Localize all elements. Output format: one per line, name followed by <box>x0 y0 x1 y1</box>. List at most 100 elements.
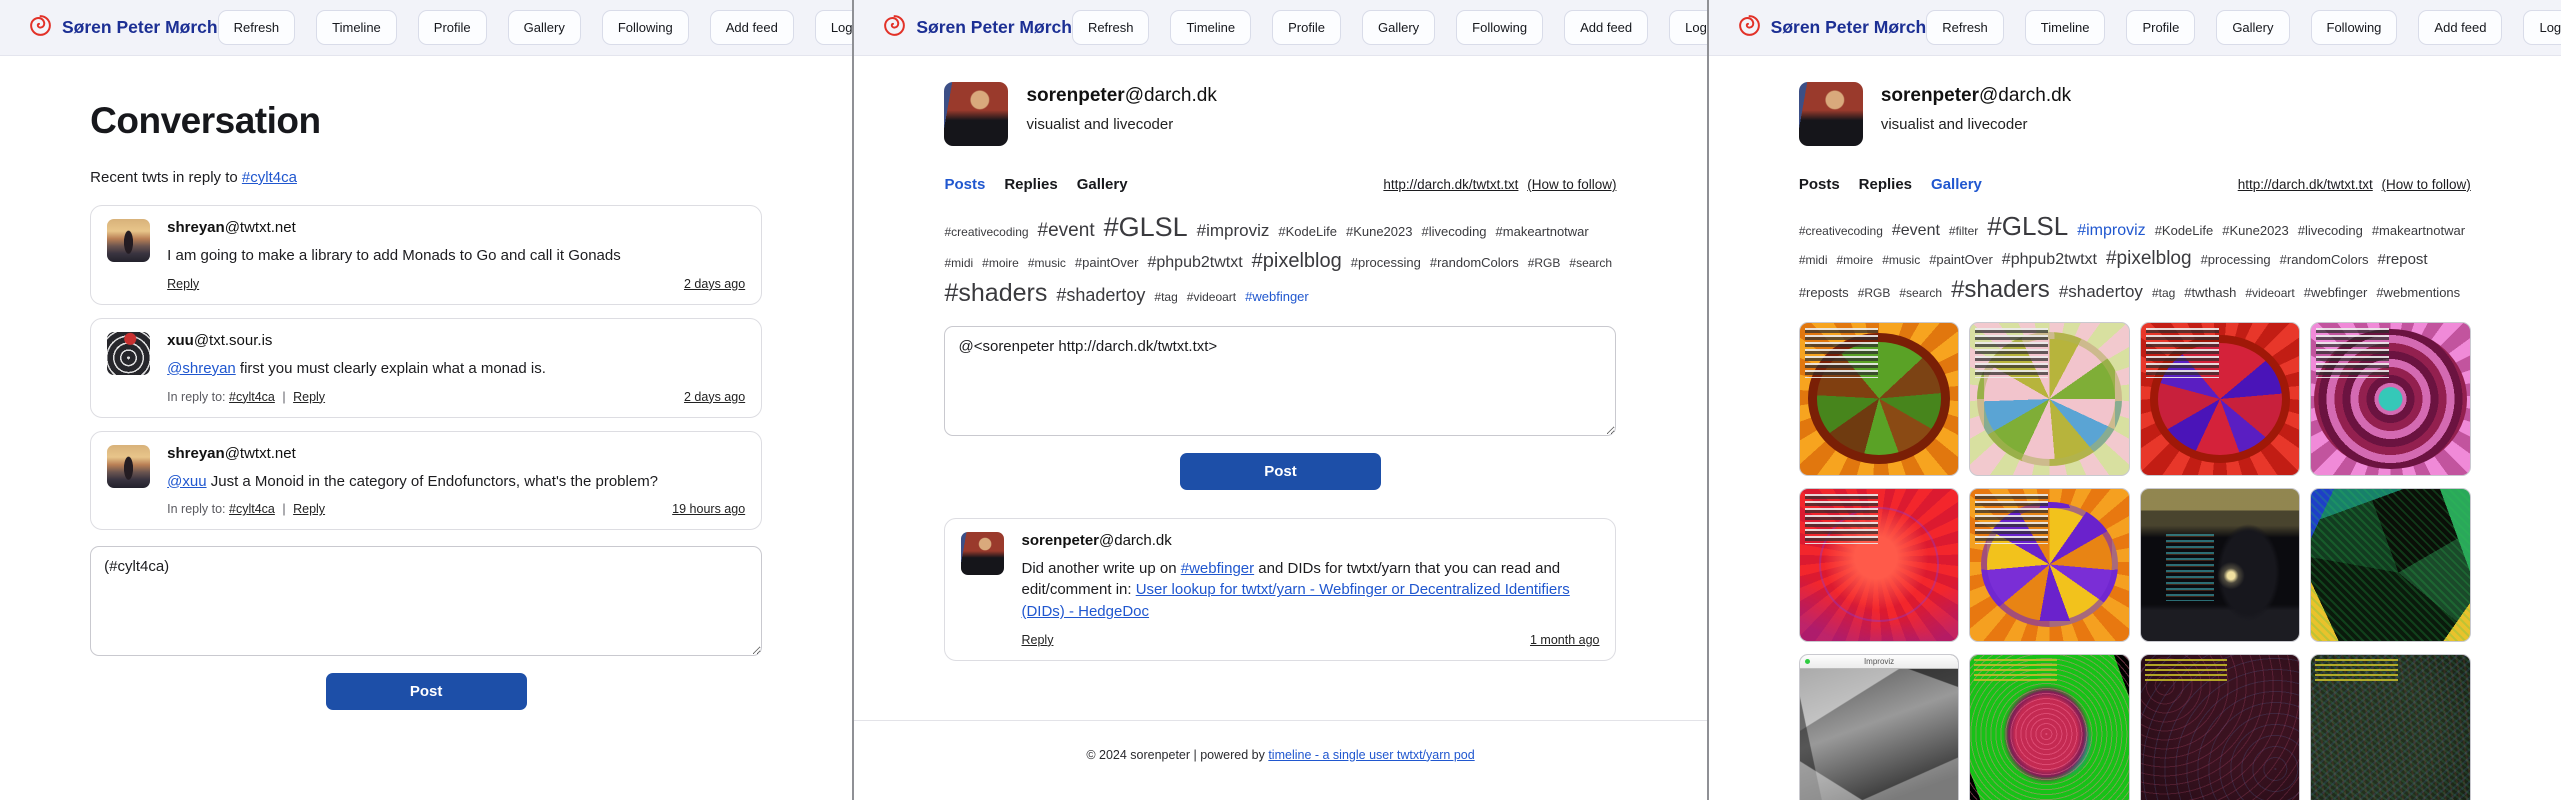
hashtag-link[interactable]: #music <box>1882 253 1920 269</box>
reply-link[interactable]: Reply <box>293 502 325 516</box>
gallery-image[interactable] <box>1969 488 2130 642</box>
nav-button[interactable]: Log Out <box>2523 10 2561 45</box>
timestamp-link[interactable]: 1 month ago <box>1530 633 1600 647</box>
twtxt-feed-link[interactable]: http://darch.dk/twtxt.txt <box>2238 177 2373 192</box>
twt-author[interactable]: shreyan@twtxt.net <box>167 445 745 462</box>
hashtag-link[interactable]: #GLSL <box>1987 210 2068 244</box>
nav-button[interactable]: Timeline <box>316 10 397 45</box>
hashtag-link[interactable]: #webmentions <box>2376 285 2460 302</box>
hashtag-link[interactable]: #midi <box>944 256 973 272</box>
hashtag-link[interactable]: #randomColors <box>1430 255 1519 272</box>
hashtag-link[interactable]: #RGB <box>1858 286 1891 302</box>
hashtag-link[interactable]: #shaders <box>1951 274 2050 305</box>
nav-button[interactable]: Gallery <box>1362 10 1435 45</box>
profile-tab[interactable]: Replies <box>1004 176 1057 193</box>
how-to-follow-link[interactable]: (How to follow) <box>1527 177 1616 192</box>
hashtag-link[interactable]: #moire <box>982 256 1019 272</box>
hashtag-link[interactable]: #event <box>1892 221 1940 242</box>
gallery-image[interactable] <box>1969 322 2130 476</box>
timestamp-link[interactable]: 2 days ago <box>684 390 745 404</box>
hashtag-link[interactable]: #paintOver <box>1929 252 1993 269</box>
nav-button[interactable]: Profile <box>418 10 487 45</box>
brand[interactable]: Søren Peter Mørch <box>28 13 218 43</box>
conversation-link[interactable]: #cylt4ca <box>229 502 275 516</box>
nav-button[interactable]: Refresh <box>1072 10 1150 45</box>
twt-composer[interactable]: (#cylt4ca) <box>90 546 762 656</box>
hashtag-link[interactable]: #pixelblog <box>2106 247 2192 272</box>
nav-button[interactable]: Profile <box>1272 10 1341 45</box>
profile-tab[interactable]: Gallery <box>1931 176 1982 193</box>
conversation-hash-link[interactable]: #cylt4ca <box>242 169 297 186</box>
twt-author[interactable]: xuu@txt.sour.is <box>167 332 745 349</box>
nav-button[interactable]: Timeline <box>2025 10 2106 45</box>
gallery-image[interactable] <box>2310 654 2471 800</box>
hashtag-link[interactable]: #music <box>1028 256 1066 272</box>
post-button[interactable]: Post <box>1180 453 1381 490</box>
reply-link[interactable]: Reply <box>1021 633 1053 647</box>
twt-author[interactable]: sorenpeter@darch.dk <box>1021 532 1599 549</box>
hashtag-link[interactable]: #phpub2twtxt <box>1147 253 1242 274</box>
inline-link[interactable]: User lookup for twtxt/yarn - Webfinger o… <box>1021 581 1569 620</box>
timestamp-link[interactable]: 19 hours ago <box>672 502 745 516</box>
gallery-image[interactable] <box>1969 654 2130 800</box>
hashtag-link[interactable]: #twthash <box>2184 285 2236 302</box>
gallery-image[interactable] <box>2310 488 2471 642</box>
reply-link[interactable]: Reply <box>293 390 325 404</box>
nav-button[interactable]: Add feed <box>710 10 794 45</box>
hashtag-link[interactable]: #phpub2twtxt <box>2002 250 2097 271</box>
hashtag-link[interactable]: #processing <box>2201 252 2271 269</box>
inline-link[interactable]: @shreyan <box>167 360 236 377</box>
nav-button[interactable]: Add feed <box>1564 10 1648 45</box>
hashtag-link[interactable]: #KodeLife <box>2155 223 2214 240</box>
profile-tab[interactable]: Posts <box>944 176 985 193</box>
nav-button[interactable]: Following <box>2311 10 2398 45</box>
profile-tab[interactable]: Posts <box>1799 176 1840 193</box>
hashtag-link[interactable]: #midi <box>1799 253 1828 269</box>
hashtag-link[interactable]: #processing <box>1351 255 1421 272</box>
hashtag-link[interactable]: #pixelblog <box>1252 248 1342 274</box>
hashtag-link[interactable]: #improviz <box>2077 221 2145 242</box>
hashtag-link[interactable]: #makeartnotwar <box>1496 224 1589 241</box>
nav-button[interactable]: Timeline <box>1170 10 1251 45</box>
hashtag-link[interactable]: #search <box>1569 256 1612 272</box>
hashtag-link[interactable]: #KodeLife <box>1278 224 1337 241</box>
gallery-image[interactable] <box>2140 322 2301 476</box>
gallery-image[interactable] <box>1799 322 1960 476</box>
nav-button[interactable]: Profile <box>2126 10 2195 45</box>
twt-author[interactable]: shreyan@twtxt.net <box>167 219 745 236</box>
reply-link[interactable]: Reply <box>167 277 199 291</box>
hashtag-link[interactable]: #shaders <box>944 277 1047 310</box>
hashtag-link[interactable]: #tag <box>1154 290 1177 306</box>
hashtag-link[interactable]: #reposts <box>1799 285 1849 302</box>
hashtag-link[interactable]: #filter <box>1949 224 1978 240</box>
hashtag-link[interactable]: #videoart <box>1187 290 1236 306</box>
nav-button[interactable]: Gallery <box>508 10 581 45</box>
timestamp-link[interactable]: 2 days ago <box>684 277 745 291</box>
hashtag-link[interactable]: #creativecoding <box>944 225 1028 241</box>
gallery-image[interactable] <box>2310 322 2471 476</box>
hashtag-link[interactable]: #GLSL <box>1104 210 1188 245</box>
gallery-image[interactable] <box>2140 488 2301 642</box>
hashtag-link[interactable]: #randomColors <box>2280 252 2369 269</box>
brand[interactable]: Søren Peter Mørch <box>1737 13 1927 43</box>
gallery-image[interactable] <box>1799 488 1960 642</box>
hashtag-link[interactable]: #improviz <box>1197 220 1270 242</box>
hashtag-link[interactable]: #tag <box>2152 286 2175 302</box>
powered-by-link[interactable]: timeline - a single user twtxt/yarn pod <box>1268 748 1474 762</box>
hashtag-link[interactable]: #moire <box>1837 253 1874 269</box>
nav-button[interactable]: Log Out <box>815 10 853 45</box>
nav-button[interactable]: Following <box>1456 10 1543 45</box>
nav-button[interactable]: Refresh <box>218 10 296 45</box>
hashtag-link[interactable]: #RGB <box>1528 256 1561 272</box>
twt-composer[interactable]: @<sorenpeter http://darch.dk/twtxt.txt> <box>944 326 1616 436</box>
gallery-image[interactable] <box>2140 654 2301 800</box>
profile-tab[interactable]: Gallery <box>1077 176 1128 193</box>
nav-button[interactable]: Log Out <box>1669 10 1707 45</box>
inline-link[interactable]: @xuu <box>167 473 206 490</box>
nav-button[interactable]: Following <box>602 10 689 45</box>
hashtag-link[interactable]: #event <box>1038 219 1095 244</box>
hashtag-link[interactable]: #videoart <box>2245 286 2294 302</box>
gallery-image[interactable]: Improviz <box>1799 654 1960 800</box>
twtxt-feed-link[interactable]: http://darch.dk/twtxt.txt <box>1383 177 1518 192</box>
inline-link[interactable]: #webfinger <box>1181 560 1254 577</box>
